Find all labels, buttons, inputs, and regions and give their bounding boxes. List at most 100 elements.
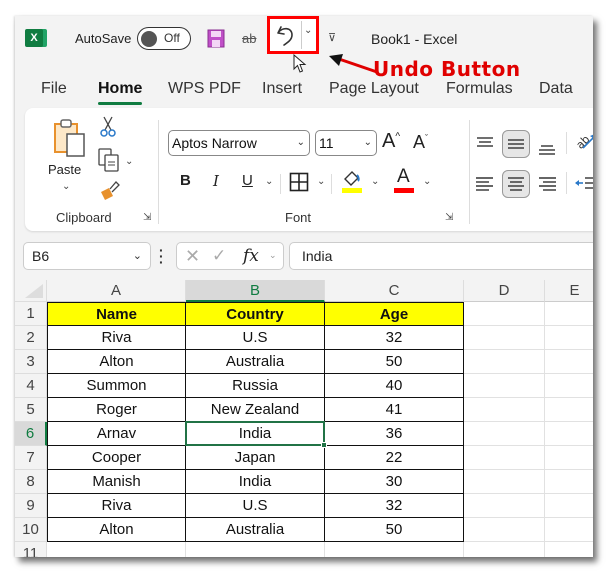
cell-e9[interactable] xyxy=(545,494,593,518)
row-header-7[interactable]: 7 xyxy=(15,446,47,470)
cell-c5[interactable]: 41 xyxy=(325,398,464,422)
underline-dropdown-chevron-icon[interactable]: ⌄ xyxy=(265,176,273,187)
cell-c9[interactable]: 32 xyxy=(325,494,464,518)
cell-d11[interactable] xyxy=(464,542,545,557)
cell-d7[interactable] xyxy=(464,446,545,470)
strikethrough-icon[interactable]: ab xyxy=(242,31,256,46)
cell-c10[interactable]: 50 xyxy=(325,518,464,542)
cell-c7[interactable]: 22 xyxy=(325,446,464,470)
copy-icon[interactable] xyxy=(98,148,120,172)
cell-a8[interactable]: Manish xyxy=(47,470,186,494)
spreadsheet-grid[interactable]: A B C D E 1 Name Country Age 2 Riva U.S 32 3 Alton Aust… xyxy=(15,280,593,557)
cell-b9[interactable]: U.S xyxy=(186,494,325,518)
align-middle-button[interactable] xyxy=(502,130,530,158)
cell-d5[interactable] xyxy=(464,398,545,422)
cell-b3[interactable]: Australia xyxy=(186,350,325,374)
font-launcher-icon[interactable]: ⇲ xyxy=(445,212,453,223)
cell-a10[interactable]: Alton xyxy=(47,518,186,542)
tab-wps-pdf[interactable]: WPS PDF xyxy=(168,80,241,98)
grow-font-icon[interactable]: A^ xyxy=(382,130,400,153)
underline-button[interactable]: U xyxy=(242,172,253,189)
fill-color-icon[interactable] xyxy=(341,168,363,194)
enter-icon[interactable]: ✓ xyxy=(212,246,226,266)
cut-icon[interactable] xyxy=(100,116,116,138)
format-painter-icon[interactable] xyxy=(99,180,121,202)
row-header-3[interactable]: 3 xyxy=(15,350,47,374)
cell-c6[interactable]: 36 xyxy=(325,422,464,446)
more-options-icon[interactable]: · · · xyxy=(159,243,164,269)
font-color-dropdown-chevron-icon[interactable]: ⌄ xyxy=(423,176,431,187)
tab-formulas[interactable]: Formulas xyxy=(446,80,513,98)
cell-b4[interactable]: Russia xyxy=(186,374,325,398)
cancel-icon[interactable]: ✕ xyxy=(185,246,200,267)
cell-a2[interactable]: Riva xyxy=(47,326,186,350)
column-header-d[interactable]: D xyxy=(464,280,545,302)
cell-b10[interactable]: Australia xyxy=(186,518,325,542)
cell-c4[interactable]: 40 xyxy=(325,374,464,398)
cell-b5[interactable]: New Zealand xyxy=(186,398,325,422)
tab-home[interactable]: Home xyxy=(98,80,143,105)
cell-c3[interactable]: 50 xyxy=(325,350,464,374)
cell-a9[interactable]: Riva xyxy=(47,494,186,518)
insert-function-icon[interactable]: fx xyxy=(243,246,259,266)
formula-input[interactable]: India xyxy=(289,242,593,270)
cell-a5[interactable]: Roger xyxy=(47,398,186,422)
column-header-a[interactable]: A xyxy=(47,280,186,302)
cell-d10[interactable] xyxy=(464,518,545,542)
cell-b7[interactable]: Japan xyxy=(186,446,325,470)
align-top-icon[interactable] xyxy=(471,130,499,158)
fill-handle[interactable] xyxy=(321,442,327,448)
row-header-8[interactable]: 8 xyxy=(15,470,47,494)
row-header-11[interactable]: 11 xyxy=(15,542,47,557)
cell-d8[interactable] xyxy=(464,470,545,494)
row-header-4[interactable]: 4 xyxy=(15,374,47,398)
orientation-icon[interactable]: ab xyxy=(573,128,593,154)
cell-e5[interactable] xyxy=(545,398,593,422)
chevron-down-icon[interactable]: ⌄ xyxy=(269,250,277,261)
cell-d1[interactable] xyxy=(464,302,545,326)
name-box[interactable]: B6 ⌄ xyxy=(23,242,151,270)
cell-e8[interactable] xyxy=(545,470,593,494)
paste-icon[interactable] xyxy=(53,118,87,158)
paste-dropdown-chevron-icon[interactable]: ⌄ xyxy=(62,181,70,192)
customize-qat-icon[interactable]: ⊽ xyxy=(328,31,336,44)
cell-a7[interactable]: Cooper xyxy=(47,446,186,470)
cell-c1[interactable]: Age xyxy=(325,302,464,326)
tab-data[interactable]: Data xyxy=(539,80,573,98)
tab-file[interactable]: File xyxy=(41,80,67,98)
row-header-5[interactable]: 5 xyxy=(15,398,47,422)
paste-label[interactable]: Paste xyxy=(48,162,81,177)
align-left-icon[interactable] xyxy=(471,170,499,198)
shrink-font-icon[interactable]: Aˇ xyxy=(413,132,428,153)
row-header-1[interactable]: 1 xyxy=(15,302,47,326)
cell-c2[interactable]: 32 xyxy=(325,326,464,350)
cell-b11[interactable] xyxy=(186,542,325,557)
select-all-corner[interactable] xyxy=(15,280,47,302)
cell-a6[interactable]: Arnav xyxy=(47,422,186,446)
tab-insert[interactable]: Insert xyxy=(262,80,302,98)
cell-a1[interactable]: Name xyxy=(47,302,186,326)
cell-e1[interactable] xyxy=(545,302,593,326)
column-header-b[interactable]: B xyxy=(186,280,325,302)
cell-d4[interactable] xyxy=(464,374,545,398)
align-center-button[interactable] xyxy=(502,170,530,198)
column-header-e[interactable]: E xyxy=(545,280,593,302)
align-bottom-icon[interactable] xyxy=(533,132,561,160)
column-header-c[interactable]: C xyxy=(325,280,464,302)
cell-e4[interactable] xyxy=(545,374,593,398)
cell-d6[interactable] xyxy=(464,422,545,446)
autosave-toggle[interactable]: Off xyxy=(137,27,191,50)
borders-dropdown-chevron-icon[interactable]: ⌄ xyxy=(317,176,325,187)
align-right-icon[interactable] xyxy=(533,170,561,198)
cell-d9[interactable] xyxy=(464,494,545,518)
save-icon[interactable] xyxy=(207,29,225,48)
font-name-dropdown[interactable]: Aptos Narrow ⌄ xyxy=(168,130,310,156)
clipboard-launcher-icon[interactable]: ⇲ xyxy=(143,212,151,223)
undo-icon[interactable] xyxy=(272,21,300,49)
cell-a3[interactable]: Alton xyxy=(47,350,186,374)
tab-page-layout[interactable]: Page Layout xyxy=(329,80,419,98)
cell-b6[interactable]: India xyxy=(186,422,325,446)
cell-e10[interactable] xyxy=(545,518,593,542)
bold-button[interactable]: B xyxy=(180,172,191,189)
row-header-2[interactable]: 2 xyxy=(15,326,47,350)
